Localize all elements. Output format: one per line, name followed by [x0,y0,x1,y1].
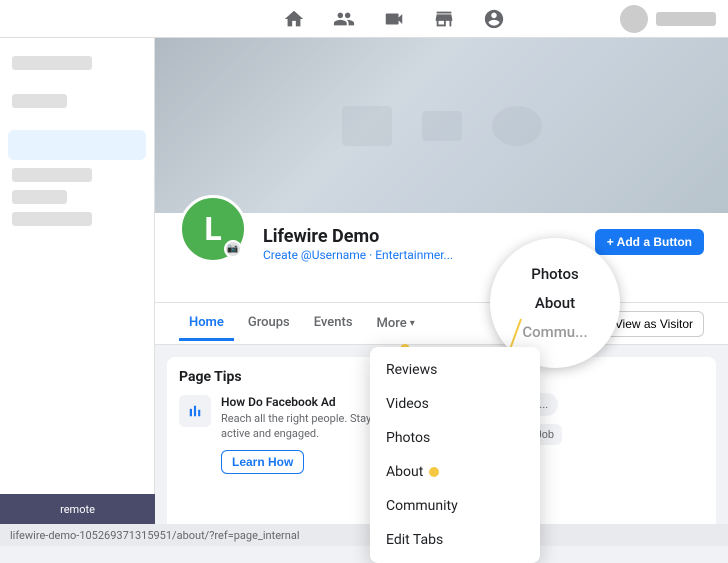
page-tabs: Home Groups Events More ▾ 👁 View as Visi… [155,303,728,345]
tips-text: How Do Facebook Ad Reach all the right p… [221,395,375,474]
page-tips-title: Page Tips [179,369,375,385]
sidebar-active-item [8,130,146,160]
page-tips-card: Page Tips How Do Facebook Ad Reach all t… [167,357,387,534]
profile-actions: + Add a Button [595,225,704,255]
yellow-dot-indicator [429,467,439,477]
nav-icons [167,6,620,32]
tips-chart-icon [179,395,211,427]
add-button[interactable]: + Add a Button [595,229,704,255]
view-as-visitor-label: View as Visitor [615,317,693,331]
remote-area[interactable]: remote [0,494,155,524]
chevron-down-icon: ▾ [410,318,415,329]
cover-icon-2 [422,111,462,141]
tips-headline: How Do Facebook Ad [221,395,375,409]
callout-about: About [535,290,575,317]
community-label: Community [386,498,458,514]
user-name-placeholder [656,12,716,26]
sidebar-placeholder-2 [12,190,67,204]
dropdown-videos[interactable]: Videos [370,387,540,421]
nav-right [620,5,716,33]
sidebar-placeholder-1 [12,168,92,182]
sidebar-tools-item [12,94,67,108]
facebook-topbar [0,0,728,38]
cover-icon-1 [342,106,392,146]
people-nav-icon[interactable] [331,6,357,32]
sidebar-store-item [12,56,92,70]
callout-photos: Photos [531,261,578,288]
cover-icon-3 [492,106,542,146]
avatar-letter: L [204,210,221,248]
cover-photo [155,38,728,213]
store-nav-icon[interactable] [431,6,457,32]
dropdown-photos[interactable]: Photos [370,421,540,455]
more-dropdown-menu: Reviews Videos Photos About Community Ed… [370,347,540,563]
dropdown-edit-tabs[interactable]: Edit Tabs [370,523,540,557]
learn-how-button[interactable]: Learn How [221,450,304,474]
dropdown-community[interactable]: Community [370,489,540,523]
remote-label: remote [60,503,95,516]
tab-more[interactable]: More ▾ [367,308,425,339]
camera-icon[interactable]: 📷 [224,240,242,258]
url-text: lifewire-demo-105269371315951/about/?ref… [10,529,300,542]
about-label: About [386,464,423,480]
dropdown-about[interactable]: About [370,455,540,489]
tips-item: How Do Facebook Ad Reach all the right p… [179,395,375,474]
user-avatar[interactable] [620,5,648,33]
tab-home[interactable]: Home [179,307,234,341]
account-nav-icon[interactable] [481,6,507,32]
profile-avatar: L 📷 [179,195,247,263]
cover-watermark [342,106,542,146]
left-sidebar [0,38,155,546]
reviews-label: Reviews [386,362,437,378]
video-nav-icon[interactable] [381,6,407,32]
callout-community: Commu... [522,319,587,346]
profile-section: L 📷 Lifewire Demo Create @Username · Ent… [155,213,728,303]
url-bar: lifewire-demo-105269371315951/about/?ref… [0,524,728,546]
videos-label: Videos [386,396,429,412]
home-nav-icon[interactable] [281,6,307,32]
tab-groups[interactable]: Groups [238,307,300,341]
tab-more-label: More [377,316,407,331]
tab-events[interactable]: Events [304,307,363,341]
dropdown-reviews[interactable]: Reviews [370,353,540,387]
photos-label: Photos [386,430,430,446]
sidebar-placeholder-3 [12,212,92,226]
tips-description: Reach all the right people. Stay active … [221,411,375,442]
